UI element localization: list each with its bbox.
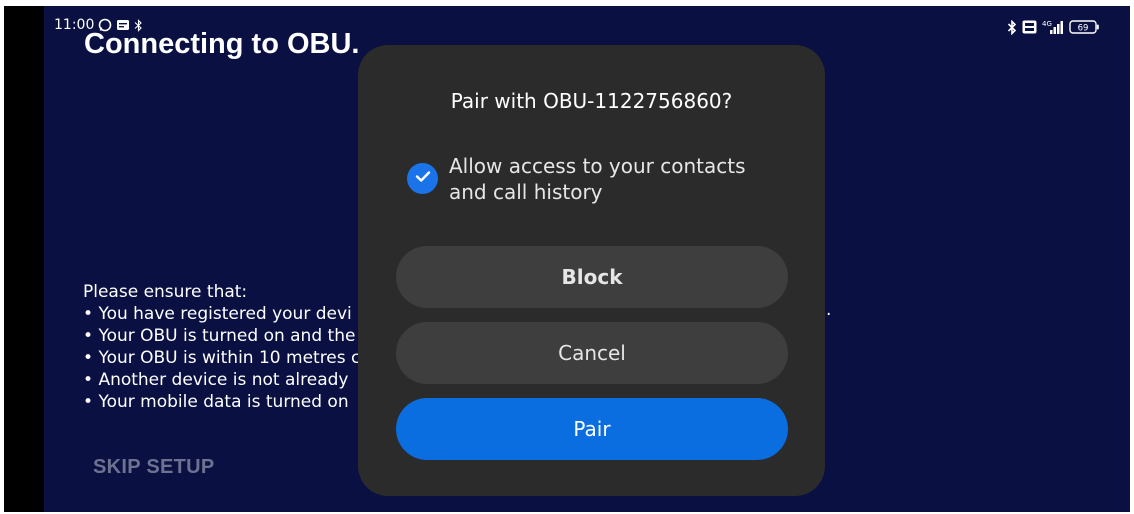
instruction-fragment: . <box>826 300 832 320</box>
instructions-heading: Please ensure that: <box>83 282 248 302</box>
dialog-title: Pair with OBU-1122756860? <box>450 89 733 113</box>
instruction-item: Your mobile data is turned on <box>83 391 360 413</box>
contacts-access-label[interactable]: Allow access to your contacts and call h… <box>449 153 769 205</box>
cancel-button[interactable]: Cancel <box>396 322 788 384</box>
battery-icon: 69 <box>1069 20 1100 34</box>
status-bar-right: 4G 69 <box>1007 17 1100 37</box>
bluetooth-icon <box>1007 19 1017 35</box>
device-screen: 11:00 4G 69 Connecting to OBU. Please en… <box>0 0 1134 514</box>
screen-bezel <box>4 6 44 512</box>
instruction-item: Your OBU is turned on and the <box>83 325 360 347</box>
checkmark-icon <box>415 170 431 188</box>
signal-icon: 4G <box>1042 20 1064 35</box>
pair-button[interactable]: Pair <box>396 398 788 460</box>
volte-icon <box>1022 20 1037 34</box>
network-type-label: 4G <box>1042 20 1052 28</box>
instructions-list: Please ensure that: You have registered … <box>83 281 360 413</box>
instruction-item: You have registered your devi <box>83 303 360 325</box>
page-title: Connecting to OBU. <box>84 28 360 60</box>
pairing-dialog: Pair with OBU-1122756860? Allow access t… <box>358 45 825 496</box>
battery-level: 69 <box>1078 23 1089 33</box>
instruction-item: Your OBU is within 10 metres c <box>83 347 360 369</box>
contacts-access-checkbox[interactable] <box>407 163 438 194</box>
instruction-item: Another device is not already <box>83 369 360 391</box>
skip-setup-button[interactable]: SKIP SETUP <box>93 456 215 479</box>
block-button[interactable]: Block <box>396 246 788 308</box>
